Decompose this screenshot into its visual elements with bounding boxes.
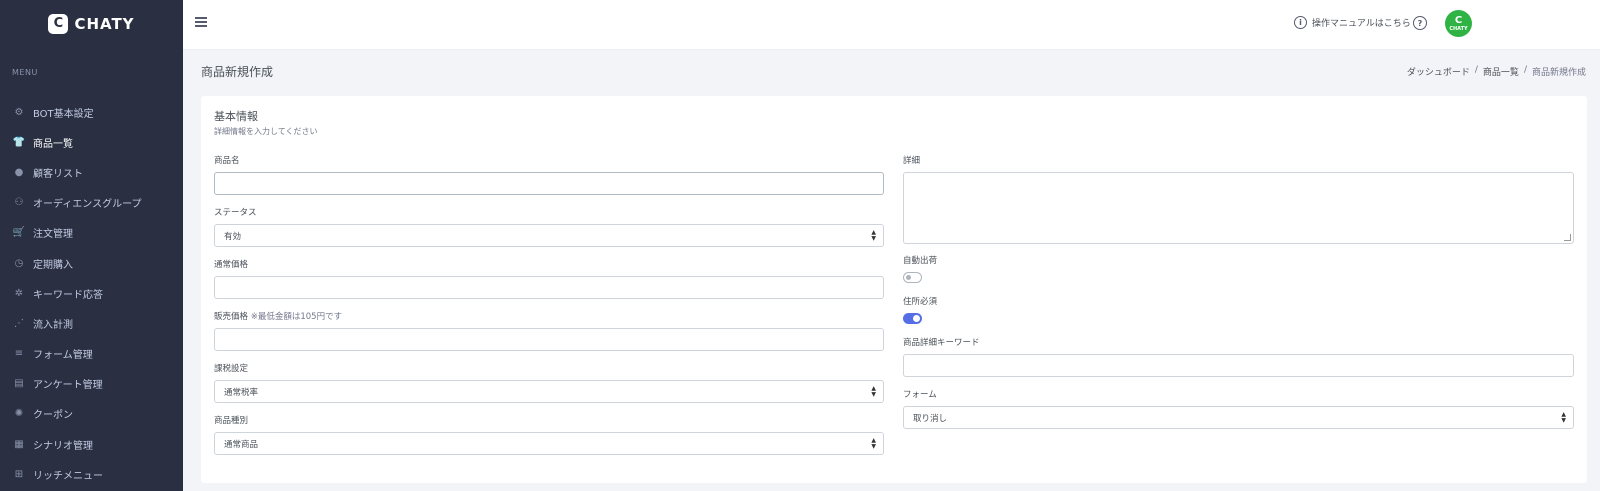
- sale-price-input[interactable]: [214, 328, 884, 351]
- sidebar-item-label: クーポン: [33, 410, 73, 422]
- status-label: ステータス: [214, 208, 257, 218]
- product-name-label: 商品名: [214, 156, 240, 166]
- sidebar-item-4[interactable]: 🛒 注文管理: [0, 218, 183, 248]
- status-select[interactable]: 有効 ▲ ▼: [214, 224, 884, 247]
- sidebar-item-0[interactable]: ⚙ BOT基本設定: [0, 97, 183, 127]
- form-label: フォーム: [903, 390, 937, 400]
- sidebar-item-label: フォーム管理: [33, 350, 93, 362]
- sidebar-item-2[interactable]: ● 顧客リスト: [0, 157, 183, 187]
- manual-link[interactable]: i 操作マニュアルはこちら: [1294, 16, 1411, 29]
- sidebar-item-label: シナリオ管理: [33, 440, 93, 452]
- sidebar-nav: ⚙ BOT基本設定 👕 商品一覧 ● 顧客リスト ⚇ オーディエンスグループ 🛒 注文管理 ◷ 定期購…: [0, 97, 183, 489]
- info-icon: i: [1294, 16, 1307, 29]
- select-arrows-icon: ▲ ▼: [871, 437, 876, 450]
- sidebar-item-9[interactable]: ▤ アンケート管理: [0, 369, 183, 399]
- sidebar-item-label: 流入計測: [33, 319, 73, 331]
- breadcrumb-current: 商品新規作成: [1531, 68, 1586, 78]
- status-select-value: 有効: [224, 231, 242, 242]
- menu-title: MENU: [12, 68, 38, 77]
- address-required-label: 住所必須: [903, 297, 938, 307]
- sale-price-label-text: 販売価格: [214, 312, 249, 322]
- sidebar-item-label: BOT基本設定: [33, 108, 94, 120]
- sidebar-item-label: 顧客リスト: [33, 168, 83, 180]
- regular-price-label: 通常価格: [214, 260, 249, 270]
- clock-icon: ◷: [14, 257, 24, 269]
- card-subtitle: 詳細情報を入力してください: [214, 127, 318, 136]
- avatar-label: CHATY: [1449, 25, 1468, 32]
- user-icon: ●: [14, 166, 24, 178]
- resize-handle-icon[interactable]: [1564, 234, 1571, 241]
- sidebar-item-6[interactable]: ✲ キーワード応答: [0, 278, 183, 308]
- sidebar-item-5[interactable]: ◷ 定期購入: [0, 248, 183, 278]
- breadcrumb-products[interactable]: 商品一覧: [1483, 65, 1519, 78]
- detail-label: 詳細: [903, 156, 921, 166]
- sidebar-item-label: 注文管理: [33, 229, 73, 241]
- product-type-value: 通常商品: [224, 439, 259, 450]
- breadcrumb-separator: /: [1474, 65, 1478, 75]
- product-name-input[interactable]: [214, 172, 884, 195]
- coupon-icon: ✺: [14, 408, 24, 420]
- breadcrumb: ダッシュボード / 商品一覧 / 商品新規作成: [1407, 65, 1586, 78]
- sidebar-item-3[interactable]: ⚇ オーディエンスグループ: [0, 188, 183, 218]
- shirt-icon: 👕: [12, 136, 26, 148]
- breadcrumb-separator: /: [1523, 65, 1527, 75]
- detail-keyword-input[interactable]: [903, 354, 1574, 377]
- help-icon[interactable]: ?: [1413, 16, 1427, 30]
- breadcrumb-dashboard[interactable]: ダッシュボード: [1407, 65, 1470, 78]
- grid-icon: ⊞: [14, 468, 24, 480]
- tax-setting-value: 通常税率: [224, 387, 259, 398]
- manual-link-label: 操作マニュアルはこちら: [1312, 19, 1411, 29]
- sale-price-note: ※最低金額は105円です: [250, 312, 343, 322]
- sidebar-item-7[interactable]: ⋰ 流入計測: [0, 308, 183, 338]
- cart-icon: 🛒: [12, 227, 26, 239]
- chaty-logo-icon: C: [48, 13, 69, 34]
- detail-keyword-label: 商品詳細キーワード: [903, 338, 980, 348]
- sale-price-label: 販売価格 ※最低金額は105円です: [214, 310, 342, 322]
- card-title: 基本情報: [214, 110, 258, 123]
- sidebar-item-11[interactable]: ▦ シナリオ管理: [0, 429, 183, 459]
- regular-price-input[interactable]: [214, 276, 884, 299]
- document-icon: ▤: [14, 378, 24, 390]
- product-type-label: 商品種別: [214, 416, 249, 426]
- top-header: i 操作マニュアルはこちら ? C CHATY: [183, 0, 1600, 50]
- page-title: 商品新規作成: [201, 65, 274, 79]
- scenario-icon: ▦: [14, 438, 24, 450]
- group-icon: ⚇: [14, 197, 24, 209]
- avatar[interactable]: C CHATY: [1445, 10, 1472, 37]
- sidebar: C CHATY MENU ⚙ BOT基本設定 👕 商品一覧 ● 顧客リスト ⚇ オーディエンス…: [0, 0, 183, 491]
- auto-ship-toggle[interactable]: [903, 272, 922, 283]
- address-required-toggle[interactable]: [903, 313, 922, 324]
- product-type-select[interactable]: 通常商品 ▲ ▼: [214, 432, 884, 455]
- sidebar-item-1[interactable]: 👕 商品一覧: [0, 127, 183, 157]
- hamburger-menu-icon[interactable]: [195, 17, 207, 27]
- tax-setting-select[interactable]: 通常税率 ▲ ▼: [214, 380, 884, 403]
- form-icon: ≡: [14, 348, 24, 360]
- avatar-logo-icon: C: [1454, 14, 1463, 26]
- form-select[interactable]: 取り消し ▲ ▼: [903, 406, 1574, 429]
- select-arrows-icon: ▲ ▼: [871, 385, 876, 398]
- form-select-value: 取り消し: [913, 413, 948, 424]
- cog-icon: ✲: [14, 287, 24, 299]
- sidebar-item-10[interactable]: ✺ クーポン: [0, 399, 183, 429]
- select-arrows-icon: ▲ ▼: [1561, 411, 1566, 424]
- brand-name: CHATY: [74, 14, 135, 33]
- basic-info-card: 基本情報 詳細情報を入力してください 商品名 ステータス 有効 ▲ ▼ 通常価格 …: [201, 96, 1587, 483]
- sidebar-item-label: 定期購入: [33, 259, 73, 271]
- chart-icon: ⋰: [14, 317, 24, 329]
- sidebar-item-label: キーワード応答: [33, 289, 103, 301]
- sidebar-item-label: オーディエンスグループ: [33, 199, 142, 211]
- brand-logo[interactable]: C CHATY: [0, 0, 183, 47]
- sidebar-item-12[interactable]: ⊞ リッチメニュー: [0, 459, 183, 489]
- robot-icon: ⚙: [14, 106, 24, 118]
- sidebar-item-label: アンケート管理: [33, 380, 103, 392]
- auto-ship-label: 自動出荷: [903, 256, 938, 266]
- tax-setting-label: 課税設定: [214, 364, 249, 374]
- sidebar-item-label: 商品一覧: [33, 138, 73, 150]
- sidebar-item-8[interactable]: ≡ フォーム管理: [0, 339, 183, 369]
- detail-textarea[interactable]: [903, 172, 1574, 244]
- sidebar-item-label: リッチメニュー: [33, 470, 103, 482]
- select-arrows-icon: ▲ ▼: [871, 229, 876, 242]
